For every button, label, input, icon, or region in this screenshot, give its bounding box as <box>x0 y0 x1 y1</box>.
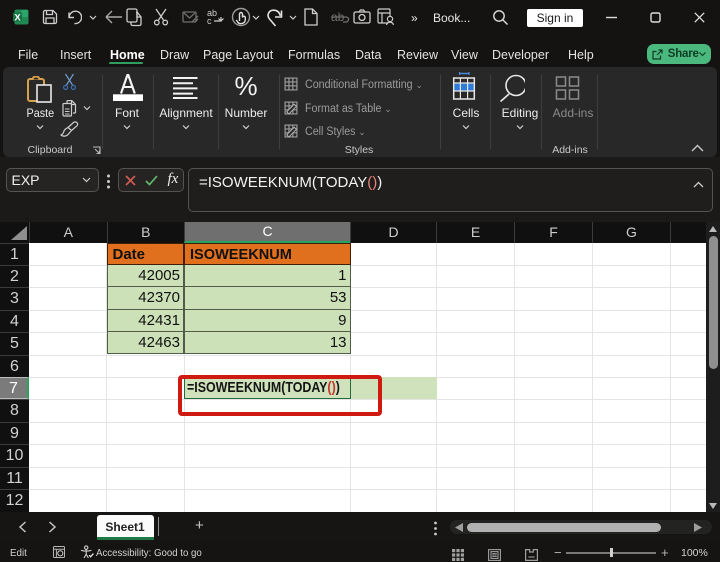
svg-text:c: c <box>207 16 212 26</box>
svg-text:X: X <box>14 13 21 24</box>
